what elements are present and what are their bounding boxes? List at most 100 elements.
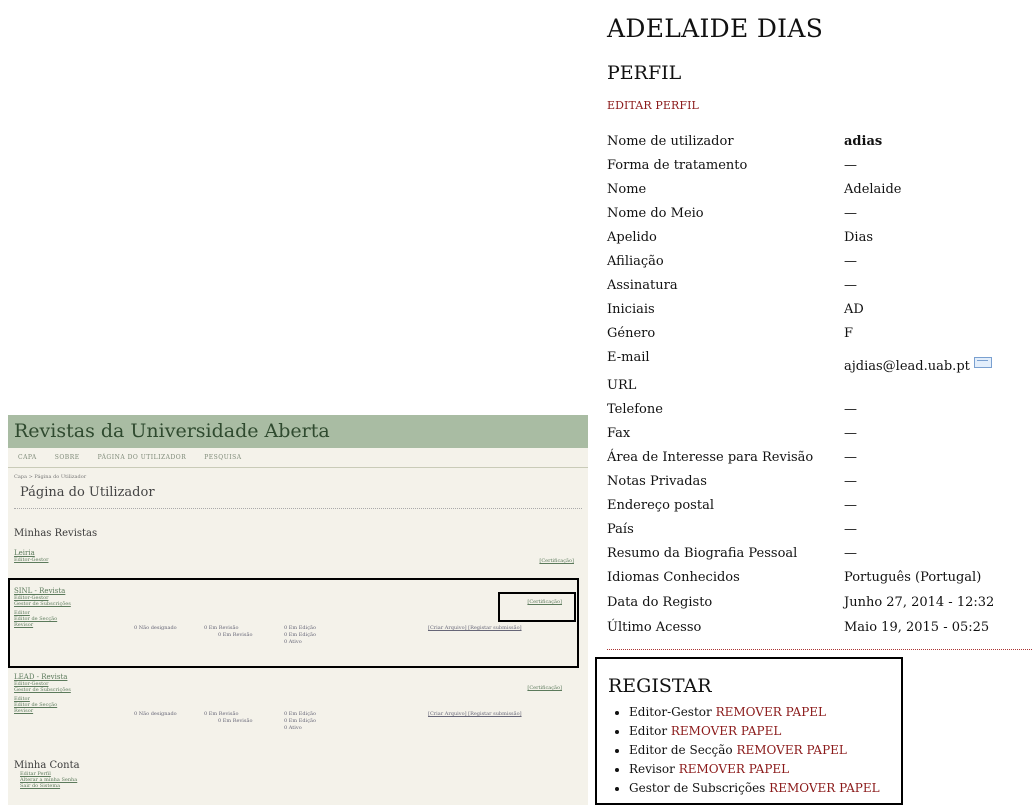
remove-role-link[interactable]: REMOVER PAPEL xyxy=(736,743,846,757)
field-value: — xyxy=(844,158,857,173)
remove-role-link[interactable]: REMOVER PAPEL xyxy=(671,724,781,738)
profile-row: Género F xyxy=(607,326,1027,350)
field-label: Fax xyxy=(607,426,631,441)
field-value: Junho 27, 2014 - 12:32 xyxy=(844,595,995,610)
field-label: Data do Registo xyxy=(607,595,713,610)
stat-text: 0 Em Edição xyxy=(284,711,316,717)
field-label: URL xyxy=(607,378,637,393)
remove-role-link[interactable]: REMOVER PAPEL xyxy=(716,705,826,719)
journal-link[interactable]: Leiria xyxy=(8,549,588,557)
role-item: Editor REMOVER PAPEL xyxy=(629,722,880,741)
field-value: adias xyxy=(844,134,883,149)
profile-row: Idiomas Conhecidos Português (Portugal) xyxy=(607,570,1027,594)
field-value: — xyxy=(844,254,857,269)
profile-heading: PERFIL xyxy=(607,62,682,84)
journal-block: Leiria Editor-Gestor [Certificação] xyxy=(8,549,588,564)
roles-heading: REGISTAR xyxy=(608,675,712,697)
journal-block: LEAD - Revista Editor-Gestor Gestor de S… xyxy=(8,673,588,753)
role-item: Editor-Gestor REMOVER PAPEL xyxy=(629,703,880,722)
profile-row: Data do Registo Junho 27, 2014 - 12:32 xyxy=(607,595,1027,619)
breadcrumb: Capa > Página do Utilizador xyxy=(14,474,87,480)
field-label: Afiliação xyxy=(607,254,664,269)
profile-row: Forma de tratamento — xyxy=(607,158,1027,182)
profile-row: URL xyxy=(607,378,1027,402)
role-name: Editor de Secção xyxy=(629,743,733,757)
mail-icon[interactable] xyxy=(973,357,992,368)
profile-row: Resumo da Biografia Pessoal — xyxy=(607,546,1027,570)
my-account-heading: Minha Conta xyxy=(14,760,80,771)
status-link[interactable]: [Certificação] xyxy=(527,685,562,691)
profile-row: Nome do Meio — xyxy=(607,206,1027,230)
role-link[interactable]: Gestor de Subscrições xyxy=(8,687,588,693)
field-label: Assinatura xyxy=(607,278,678,293)
profile-row: Afiliação — xyxy=(607,254,1027,278)
site-title: Revistas da Universidade Aberta xyxy=(8,415,588,448)
page-title: Página do Utilizador xyxy=(14,482,582,509)
stat-text: 0 Em Edição xyxy=(284,718,316,724)
field-label: Endereço postal xyxy=(607,498,714,513)
profile-row: Nome Adelaide xyxy=(607,182,1027,206)
role-item: Editor de Secção REMOVER PAPEL xyxy=(629,741,880,760)
field-value: — xyxy=(844,206,857,221)
field-value: Maio 19, 2015 - 05:25 xyxy=(844,620,990,635)
highlight-journal-box xyxy=(8,578,579,668)
profile-row: Iniciais AD xyxy=(607,302,1027,326)
profile-row: Área de Interesse para Revisão — xyxy=(607,450,1027,474)
field-value: — xyxy=(844,546,857,561)
top-nav: CAPA SOBRE PÁGINA DO UTILIZADOR PESQUISA xyxy=(8,448,588,468)
user-page-screenshot: Revistas da Universidade Aberta CAPA SOB… xyxy=(8,415,588,805)
email-value: ajdias@lead.uab.pt xyxy=(844,359,970,374)
status-link[interactable]: [Certificação] xyxy=(539,558,574,564)
action-links[interactable]: [Criar Arquivo] [Registar submissão] xyxy=(428,711,522,717)
stat-text: 0 Em Revisão xyxy=(218,718,253,724)
field-label: E-mail xyxy=(607,350,650,365)
nav-user-home[interactable]: PÁGINA DO UTILIZADOR xyxy=(98,454,187,461)
profile-row: Endereço postal — xyxy=(607,498,1027,522)
role-link[interactable]: Editor-Gestor xyxy=(8,557,588,563)
field-label: Forma de tratamento xyxy=(607,158,748,173)
field-value: Dias xyxy=(844,230,874,245)
profile-row: Último Acesso Maio 19, 2015 - 05:25 xyxy=(607,620,1027,644)
role-item: Gestor de Subscrições REMOVER PAPEL xyxy=(629,779,880,798)
profile-row: Apelido Dias xyxy=(607,230,1027,254)
nav-about[interactable]: SOBRE xyxy=(55,454,80,461)
remove-role-link[interactable]: REMOVER PAPEL xyxy=(769,781,879,795)
field-label: Nome de utilizador xyxy=(607,134,734,149)
field-value: — xyxy=(844,450,857,465)
field-label: Nome xyxy=(607,182,647,197)
role-name: Editor xyxy=(629,724,668,738)
role-name: Revisor xyxy=(629,762,675,776)
profile-row: Fax — xyxy=(607,426,1027,450)
edit-profile-link[interactable]: EDITAR PERFIL xyxy=(607,99,699,112)
stat-text: 0 Ativo xyxy=(284,725,302,731)
highlight-status-box xyxy=(498,592,576,622)
roles-list: Editor-Gestor REMOVER PAPEL Editor REMOV… xyxy=(611,703,880,798)
profile-row: Notas Privadas — xyxy=(607,474,1027,498)
profile-row: Nome de utilizador adias xyxy=(607,134,1027,158)
nav-home[interactable]: CAPA xyxy=(18,454,37,461)
field-label: Género xyxy=(607,326,656,341)
remove-role-link[interactable]: REMOVER PAPEL xyxy=(679,762,789,776)
field-label: Idiomas Conhecidos xyxy=(607,570,740,585)
field-value: F xyxy=(844,326,854,341)
field-label: Apelido xyxy=(607,230,657,245)
role-name: Gestor de Subscrições xyxy=(629,781,766,795)
field-label: Telefone xyxy=(607,402,663,417)
field-value: — xyxy=(844,278,857,293)
field-value: AD xyxy=(844,302,864,317)
profile-row: E-mail ajdias@lead.uab.pt xyxy=(607,350,1027,380)
roles-panel: REGISTAR Editor-Gestor REMOVER PAPEL Edi… xyxy=(595,657,903,805)
role-item: Revisor REMOVER PAPEL xyxy=(629,760,880,779)
section-divider xyxy=(607,649,1032,650)
field-label: Área de Interesse para Revisão xyxy=(607,450,814,465)
field-value: — xyxy=(844,498,857,513)
profile-row: Telefone — xyxy=(607,402,1027,426)
nav-search[interactable]: PESQUISA xyxy=(204,454,241,461)
profile-row: País — xyxy=(607,522,1027,546)
field-label: Nome do Meio xyxy=(607,206,704,221)
stat-text: 0 Não designado xyxy=(134,711,177,717)
role-name: Editor-Gestor xyxy=(629,705,712,719)
stat-text: 0 Em Revisão xyxy=(204,711,239,717)
account-link[interactable]: Sair do Sistema xyxy=(8,783,86,789)
journal-link[interactable]: LEAD - Revista xyxy=(8,673,588,681)
